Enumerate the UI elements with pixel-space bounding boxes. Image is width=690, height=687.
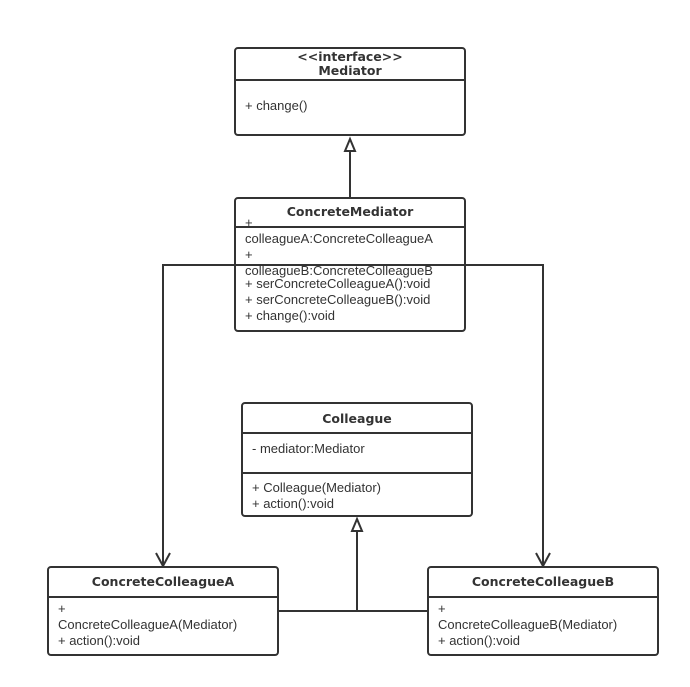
method: ConcreteColleagueB(Mediator) [438,617,617,632]
method: + serConcreteColleagueB():void [245,292,430,307]
class-name: Colleague [322,411,392,426]
method: + change():void [245,308,335,323]
attribute: + [245,247,253,262]
association-to-colleague-a [155,264,235,569]
method: + Colleague(Mediator) [252,480,381,495]
class-name: Mediator [318,63,382,78]
realization-mediator [343,136,357,198]
attribute: - mediator:Mediator [252,441,365,456]
method: + serConcreteColleagueA():void [245,276,430,291]
generalization-colleague [278,516,428,612]
method: + action():void [58,633,140,648]
uml-class-diagram: <<interface>> Mediator + change() Concre… [47,47,659,656]
class-mediator[interactable]: <<interface>> Mediator + change() [234,47,466,136]
class-concrete-colleague-b[interactable]: ConcreteColleagueB + ConcreteColleagueB(… [427,566,659,656]
class-name: ConcreteMediator [287,204,414,219]
association-to-colleague-b [465,264,551,569]
stereotype: <<interface>> [297,49,402,64]
method: ConcreteColleagueA(Mediator) [58,617,237,632]
attribute: + [245,215,253,230]
method: + [438,601,446,616]
method: + [58,601,66,616]
hollow-triangle-arrowhead [350,516,364,532]
method: + change() [245,98,308,113]
attribute: colleagueA:ConcreteColleagueA [245,231,433,246]
method: + action():void [252,496,334,511]
hollow-triangle-arrowhead [343,136,357,152]
class-name: ConcreteColleagueA [92,574,235,589]
class-concrete-mediator[interactable]: ConcreteMediator + colleagueA:ConcreteCo… [234,197,466,332]
class-name: ConcreteColleagueB [472,574,614,589]
class-concrete-colleague-a[interactable]: ConcreteColleagueA + ConcreteColleagueA(… [47,566,279,656]
method: + action():void [438,633,520,648]
class-colleague[interactable]: Colleague - mediator:Mediator + Colleagu… [241,402,473,517]
